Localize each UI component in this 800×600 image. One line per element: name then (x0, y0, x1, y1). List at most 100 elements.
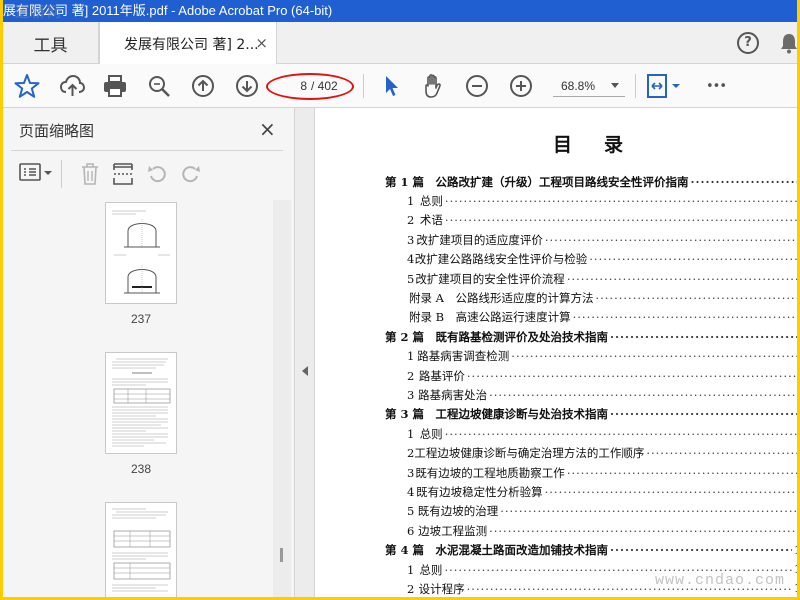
rotate-left-icon[interactable] (145, 162, 169, 190)
toc-entry-title: 改扩建项目的适应度评价 (416, 232, 543, 247)
tab-tools[interactable]: 工具 (3, 22, 99, 64)
toolbar-divider (363, 74, 364, 98)
thumbnails-panel: 页面缩略图 × 237 238 (3, 108, 295, 597)
toc-entry[interactable]: 4 既有边坡稳定性分析验算 ····························… (385, 482, 799, 501)
toc-entry-page: 106 (794, 582, 797, 595)
toc-entry-number: 3 (407, 387, 415, 402)
toc-entry[interactable]: 1 路基病害调查检测 ·······························… (385, 347, 797, 366)
fit-page-width-icon[interactable] (643, 72, 683, 100)
title-bar: 展有限公司 著] 2011年版.pdf - Adobe Acrobat Pro … (3, 0, 797, 22)
toc-entry[interactable]: 3 路基病害处治 ·································… (385, 385, 799, 404)
close-panel-icon[interactable]: × (259, 117, 276, 141)
toc-entry-number: 1 (407, 349, 415, 364)
toc-entry-number: 1 (407, 194, 415, 209)
toc-entry-title: 路基评价 (418, 368, 465, 383)
toc-entry-number: 3 (407, 232, 415, 247)
upload-cloud-icon[interactable] (58, 72, 86, 100)
zoom-out-icon[interactable] (463, 72, 491, 100)
toc-entry[interactable]: 2 术语 ·····································… (385, 211, 799, 230)
toc-entry-number: 5 (407, 271, 415, 286)
toc-entry-title: 总则 (419, 426, 443, 441)
watermark-bottom: www.cndao.com (655, 572, 786, 589)
zoom-level-select[interactable]: 68.8% (553, 75, 625, 97)
help-icon[interactable]: ? (737, 32, 759, 54)
hand-tool-icon[interactable] (419, 72, 447, 100)
toc-entry-number: 2 (407, 446, 415, 461)
thumbnail-page-label: 238 (130, 462, 152, 476)
toc-entry[interactable]: 2 工程边坡健康诊断与确定治理方法的工作顺序 ···················… (385, 443, 799, 462)
more-options-icon[interactable]: ••• (703, 72, 729, 100)
previous-page-icon[interactable] (189, 72, 217, 100)
toc-entry[interactable]: 1 总则 ·····································… (385, 191, 799, 210)
toc-leader-dots: ········································… (646, 446, 799, 461)
watermark-top: 道桥网 (15, 5, 63, 21)
zoom-in-icon[interactable] (507, 72, 535, 100)
tab-bar: 工具 发展有限公司 著] 2... × ? (3, 22, 797, 65)
tools-divider (61, 160, 62, 188)
bookmark-star-icon[interactable] (13, 72, 41, 100)
toc-entry-title: 第 4 篇 水泥混凝土路面改造加铺技术指南 (385, 543, 609, 558)
toc-entry-title: 第 1 篇 公路改扩建（升级）工程项目路线安全性评价指南 (385, 174, 689, 189)
select-pointer-icon[interactable] (377, 72, 405, 100)
toc-leader-dots: ········································… (444, 194, 799, 209)
toc-leader-dots: ········································… (466, 368, 798, 383)
collapse-panel-arrow-icon[interactable] (302, 366, 308, 376)
insert-page-icon[interactable] (111, 162, 135, 190)
toc-entry-number: 5 (407, 504, 415, 519)
toc-entry-title: 附录 B 高速公路运行速度计算 (409, 310, 571, 325)
thumbnails-scrollbar[interactable] (273, 200, 291, 597)
tab-document[interactable]: 发展有限公司 著] 2... × (99, 22, 277, 65)
toc-entry[interactable]: 5 既有边坡的治理 ································… (385, 502, 797, 521)
toc-entry[interactable]: 6 边坡工程监测 ·································… (385, 521, 797, 540)
zoom-level-value: 68.8% (561, 79, 596, 93)
toc-leader-dots: ········································… (444, 213, 799, 228)
page-thumbnail[interactable] (105, 352, 177, 454)
close-tab-icon[interactable]: × (255, 34, 268, 52)
chevron-down-icon (611, 83, 619, 88)
page-thumbnail[interactable] (105, 502, 177, 597)
toc-leader-dots: ········································… (610, 543, 792, 558)
toc-leader-dots: ········································… (572, 310, 797, 325)
bell-icon[interactable] (779, 32, 797, 54)
tab-document-label: 发展有限公司 著] 2... (124, 36, 259, 53)
toc-entry[interactable]: 第 2 篇 既有路基检测评价及处治技术指南 ···················… (385, 327, 797, 346)
toc-entry[interactable]: 4 改扩建公路路线安全性评价与检验 ························… (385, 250, 799, 269)
highlight-annotation (266, 73, 354, 100)
toc-entry-title: 改扩建项目的安全性评价流程 (415, 271, 565, 286)
delete-trash-icon[interactable] (79, 162, 101, 190)
document-view[interactable]: 目录 第 1 篇 公路改扩建（升级）工程项目路线安全性评价指南 ·········… (315, 108, 800, 597)
toc-leader-dots: ········································… (566, 465, 799, 480)
thumbnails-list: 237 238 (3, 200, 273, 597)
zoom-search-icon[interactable] (145, 72, 173, 100)
toc-entry[interactable]: 1 总则 ·····································… (385, 424, 797, 443)
toc-entry[interactable]: 第 1 篇 公路改扩建（升级）工程项目路线安全性评价指南 ············… (385, 172, 797, 191)
toc-leader-dots: ········································… (544, 484, 799, 499)
toc-leader-dots: ········································… (595, 291, 799, 306)
toc-entry[interactable]: 第 4 篇 水泥混凝土路面改造加铺技术指南 ···················… (385, 540, 797, 559)
toc-leader-dots: ········································… (589, 252, 799, 267)
toc-entry-number: 2 (407, 581, 415, 596)
rotate-right-icon[interactable] (179, 162, 203, 190)
toolbar-divider (635, 74, 636, 98)
toc-entry[interactable]: 5 改扩建项目的安全性评价流程 ··························… (385, 269, 797, 288)
toc-entry-title: 设计程序 (418, 581, 465, 596)
toc-entry[interactable]: 3 改扩建项目的适应度评价 ····························… (385, 230, 800, 249)
toc-entry[interactable]: 3 既有边坡的工程地质勘察工作 ··························… (385, 463, 799, 482)
toc-entry[interactable]: 附录 A 公路线形适应度的计算方法 ·······················… (385, 288, 799, 307)
scrollbar-grip[interactable] (280, 548, 283, 562)
toc-entry-title: 既有边坡稳定性分析验算 (416, 484, 543, 499)
toc-entry[interactable]: 第 3 篇 工程边坡健康诊断与处治技术指南 ···················… (385, 405, 797, 424)
toc-leader-dots: ········································… (544, 232, 800, 247)
options-menu-icon[interactable] (19, 162, 55, 188)
page-thumbnail[interactable] (105, 202, 177, 304)
toc-leader-dots: ········································… (489, 387, 799, 402)
toc-entry[interactable]: 附录 B 高速公路运行速度计算 ·························… (385, 308, 797, 327)
toc-entry-title: 边坡工程监测 (418, 523, 488, 538)
print-icon[interactable] (101, 72, 129, 100)
panel-splitter[interactable] (295, 108, 315, 597)
toc-entry-title: 第 2 篇 既有路基检测评价及处治技术指南 (385, 329, 609, 344)
toc-entry-title: 改扩建公路路线安全性评价与检验 (414, 252, 588, 267)
toc-entry[interactable]: 2 路基评价 ···································… (385, 366, 798, 385)
next-page-icon[interactable] (233, 72, 261, 100)
thumbnail-tools (3, 154, 295, 194)
